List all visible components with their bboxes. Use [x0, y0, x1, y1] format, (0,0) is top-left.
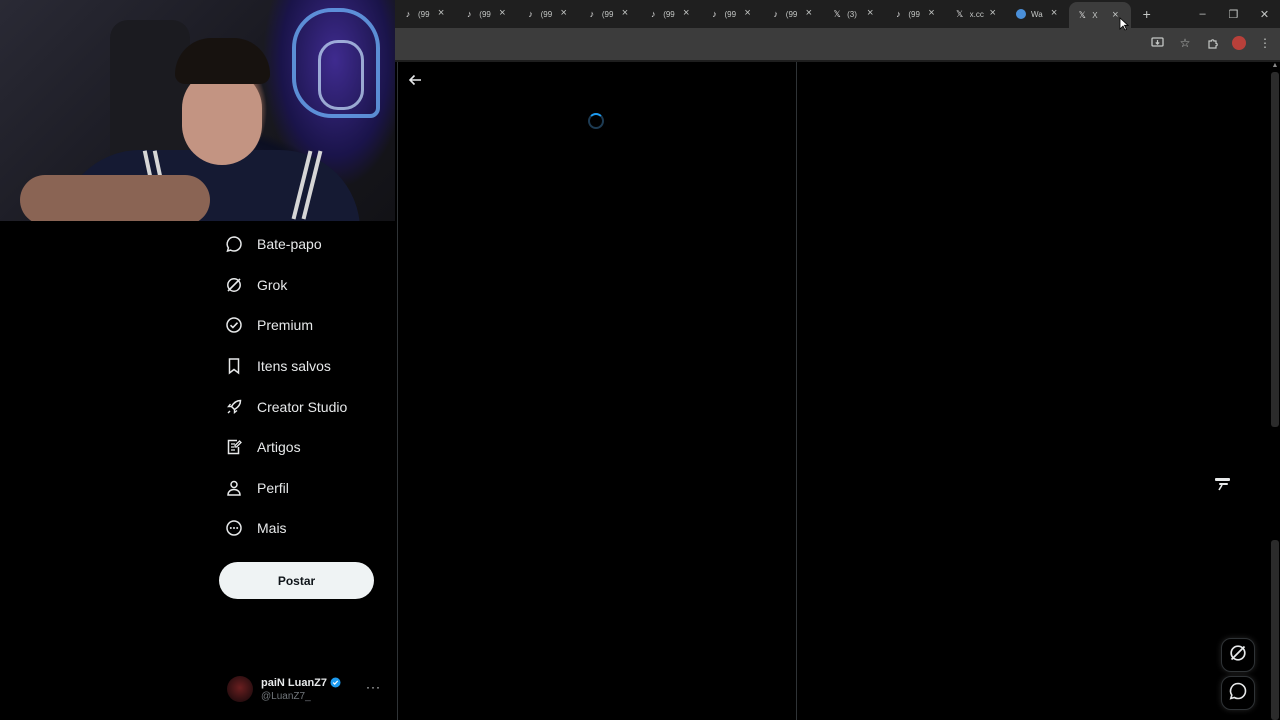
- verified-badge-icon: [330, 677, 341, 688]
- browser-tab-strip: ♪ (99 × ♪ (99 × ♪ (99 × ♪ (99 × ♪ (99 × …: [395, 0, 1280, 28]
- browser-tab[interactable]: ♪ (99 ×: [456, 0, 517, 28]
- x-logo-icon: 𝕏: [1078, 9, 1086, 20]
- tiktok-icon: ♪: [528, 9, 533, 19]
- tiktok-icon: ♪: [405, 9, 411, 19]
- person-icon: [219, 479, 251, 497]
- account-name: paiN LuanZ7: [261, 676, 328, 689]
- account-switcher[interactable]: paiN LuanZ7 @LuanZ7_ ···: [227, 672, 387, 706]
- browser-tab[interactable]: ♪ (99 ×: [395, 0, 456, 28]
- browser-tab[interactable]: ♪ (99 ×: [763, 0, 824, 28]
- scroll-up-arrow-icon[interactable]: ▲: [1271, 62, 1279, 70]
- sidebar-item-grok[interactable]: Grok: [219, 265, 395, 306]
- browser-tab[interactable]: ♪ (99 ×: [518, 0, 579, 28]
- loading-spinner: [588, 113, 604, 129]
- sidebar-item-bookmarks[interactable]: Itens salvos: [219, 346, 395, 387]
- tiktok-icon: ♪: [467, 9, 472, 19]
- grok-icon: [219, 276, 251, 294]
- sidebar-item-label: Grok: [257, 276, 288, 293]
- tiktok-icon: ♪: [712, 9, 717, 19]
- primary-nav: Bate-papo Grok Premium Itens salvos Crea…: [219, 224, 395, 549]
- chat-bubble-icon: [219, 235, 251, 253]
- profile-avatar-icon[interactable]: [1232, 36, 1246, 50]
- sidebar-item-articles[interactable]: Artigos: [219, 427, 395, 468]
- close-tab-icon[interactable]: ×: [867, 8, 873, 19]
- close-tab-icon[interactable]: ×: [560, 8, 566, 19]
- kebab-menu-icon[interactable]: ⋮: [1256, 34, 1274, 52]
- account-handle: @LuanZ7_: [261, 690, 311, 702]
- x-logo-icon: 𝕏: [956, 8, 964, 19]
- primary-column-border: [397, 62, 398, 720]
- messages-float-button[interactable]: [1221, 676, 1255, 710]
- sidebar-item-label: Mais: [257, 520, 287, 537]
- close-tab-icon[interactable]: ×: [928, 8, 934, 19]
- sidebar-item-label: Itens salvos: [257, 358, 331, 375]
- browser-tab[interactable]: Wa ×: [1008, 0, 1069, 28]
- close-tab-icon[interactable]: ×: [438, 8, 444, 19]
- new-tab-button[interactable]: +: [1143, 6, 1151, 22]
- extensions-icon[interactable]: [1204, 34, 1222, 52]
- close-tab-icon[interactable]: ×: [499, 8, 505, 19]
- browser-tab[interactable]: 𝕏 (3) ×: [824, 0, 885, 28]
- sidebar-item-chat[interactable]: Bate-papo: [219, 224, 395, 265]
- close-window-button[interactable]: ✕: [1249, 0, 1280, 28]
- rocket-icon: [219, 398, 251, 416]
- verified-badge-icon: [219, 316, 251, 334]
- bookmark-icon: [219, 357, 251, 375]
- close-tab-icon[interactable]: ×: [806, 8, 812, 19]
- scrollbar-track-segment: [1271, 540, 1279, 720]
- restore-button[interactable]: ❐: [1218, 0, 1249, 28]
- sidebar-item-label: Creator Studio: [257, 398, 348, 415]
- bookmark-star-icon[interactable]: ☆: [1176, 34, 1194, 52]
- sidebar-item-label: Bate-papo: [257, 236, 322, 253]
- tiktok-icon: ♪: [589, 9, 595, 19]
- globe-icon: [1015, 9, 1026, 19]
- back-arrow-icon[interactable]: [406, 71, 424, 89]
- browser-toolbar: ☆ ⋮: [395, 28, 1280, 60]
- tiktok-icon: ♪: [650, 9, 656, 19]
- grok-float-button[interactable]: [1221, 638, 1255, 672]
- install-app-icon[interactable]: [1148, 34, 1166, 52]
- sidebar-item-premium[interactable]: Premium: [219, 305, 395, 346]
- avatar: [227, 676, 253, 702]
- minimize-button[interactable]: –: [1187, 0, 1218, 28]
- toggle-icon[interactable]: [1214, 476, 1232, 492]
- chat-bubble-icon: [1228, 681, 1248, 706]
- tiktok-icon: ♪: [773, 9, 779, 19]
- sidebar-item-more[interactable]: Mais: [219, 508, 395, 549]
- close-tab-icon[interactable]: ×: [990, 8, 996, 19]
- close-tab-icon[interactable]: ×: [622, 8, 628, 19]
- sidebar-item-creator-studio[interactable]: Creator Studio: [219, 386, 395, 427]
- sidebar-item-label: Premium: [257, 317, 314, 334]
- toolbar-divider: [395, 60, 1280, 62]
- more-circle-icon: [219, 519, 251, 537]
- sidebar-column-border: [796, 62, 797, 720]
- mouse-cursor-icon: [1119, 17, 1129, 31]
- browser-tab[interactable]: 𝕏 x.cc ×: [947, 0, 1008, 28]
- grok-icon: [1228, 643, 1248, 668]
- x-logo-icon: 𝕏: [833, 8, 841, 19]
- sidebar-item-label: Perfil: [257, 479, 289, 496]
- browser-tab[interactable]: ♪ (99 ×: [640, 0, 701, 28]
- close-tab-icon[interactable]: ×: [683, 8, 689, 19]
- browser-tab[interactable]: ♪ (99 ×: [885, 0, 946, 28]
- post-button[interactable]: Postar: [219, 562, 374, 599]
- article-edit-icon: [219, 438, 251, 456]
- sidebar-item-label: Artigos: [257, 439, 301, 456]
- tiktok-icon: ♪: [896, 9, 901, 19]
- scrollbar-thumb[interactable]: [1271, 72, 1279, 427]
- sidebar-item-profile[interactable]: Perfil: [219, 468, 395, 509]
- window-controls: – ❐ ✕: [1187, 0, 1280, 28]
- webcam-overlay: [0, 0, 395, 221]
- browser-tab[interactable]: ♪ (99 ×: [701, 0, 762, 28]
- browser-tab[interactable]: ♪ (99 ×: [579, 0, 640, 28]
- close-tab-icon[interactable]: ×: [744, 8, 750, 19]
- close-tab-icon[interactable]: ×: [1051, 8, 1057, 19]
- close-tab-icon[interactable]: ×: [1112, 10, 1118, 21]
- more-options-icon[interactable]: ···: [366, 680, 381, 694]
